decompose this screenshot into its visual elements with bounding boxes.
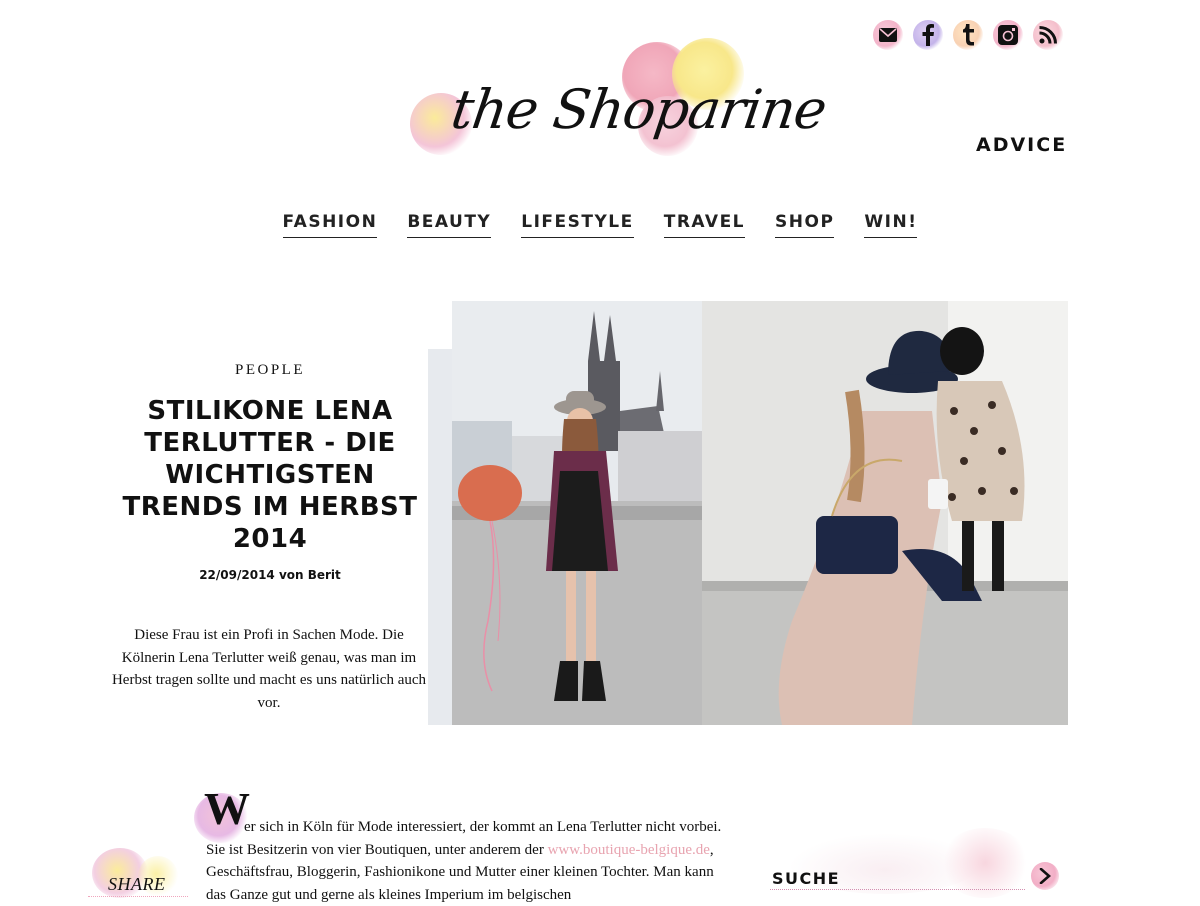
share-divider — [88, 896, 188, 897]
mail-icon[interactable] — [873, 20, 903, 50]
site-logo[interactable]: the Shoparine — [410, 38, 830, 163]
chevron-right-icon — [1039, 868, 1051, 884]
article-photo-mother-child[interactable] — [702, 301, 1068, 725]
rss-icon[interactable] — [1033, 20, 1063, 50]
nav-item-fashion[interactable]: FASHION — [282, 212, 378, 238]
article-title[interactable]: STILIKONE LENA TERLUTTER - DIE WICHTIGST… — [118, 395, 422, 555]
article-photo-cathedral[interactable] — [428, 301, 702, 725]
nav-item-win[interactable]: WIN! — [864, 212, 918, 238]
instagram-icon[interactable] — [993, 20, 1023, 50]
article-teaser: Diese Frau ist ein Profi in Sachen Mode.… — [111, 627, 427, 711]
main-nav: FASHION BEAUTY LIFESTYLE TRAVEL SHOP WIN… — [0, 212, 1200, 238]
article-byline: 22/09/2014 von Berit — [199, 568, 341, 582]
logo-text: the Shoparine — [447, 78, 830, 141]
search-submit-button[interactable] — [1031, 862, 1059, 890]
nav-item-lifestyle[interactable]: LIFESTYLE — [521, 212, 634, 238]
article-category[interactable]: PEOPLE — [120, 362, 420, 379]
article-body: er sich in Köln für Mode interessiert, d… — [206, 816, 726, 906]
search-watercolor-blob — [940, 828, 1030, 898]
nav-item-shop[interactable]: SHOP — [775, 212, 835, 238]
nav-item-travel[interactable]: TRAVEL — [663, 212, 746, 238]
nav-item-beauty[interactable]: BEAUTY — [407, 212, 492, 238]
boutique-link[interactable]: www.boutique-belgique.de — [548, 842, 710, 858]
tumblr-icon[interactable] — [953, 20, 983, 50]
social-links — [873, 20, 1063, 50]
facebook-icon[interactable] — [913, 20, 943, 50]
search-underline — [770, 889, 1025, 890]
share-widget[interactable]: SHARE — [88, 848, 188, 898]
search-input[interactable]: SUCHE — [772, 869, 840, 888]
search-widget: SUCHE — [760, 828, 1070, 898]
advice-link[interactable]: ADVICE — [976, 134, 1067, 156]
share-label[interactable]: SHARE — [108, 874, 165, 895]
